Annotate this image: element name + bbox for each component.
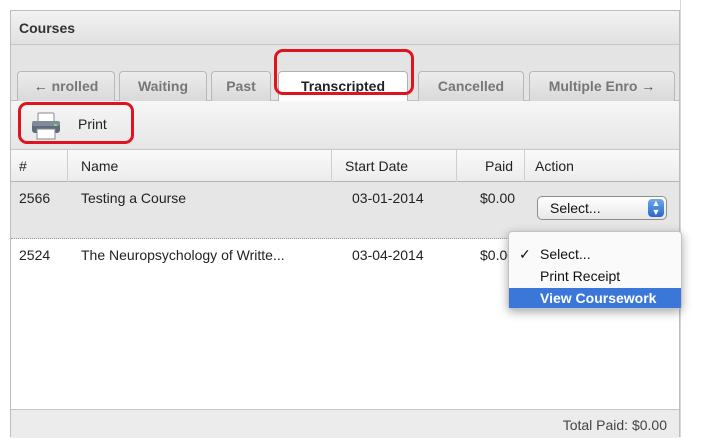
column-separator — [524, 150, 525, 182]
courses-panel: Courses ← nrolled Waiting Past Transcrip… — [10, 10, 680, 438]
print-label: Print — [78, 116, 107, 132]
column-header-id: # — [19, 158, 27, 174]
tab-label: Cancelled — [437, 78, 505, 94]
cell-start-date: 03-01-2014 — [352, 190, 424, 206]
tab-multiple-enrollments[interactable]: Multiple Enro → — [529, 71, 675, 101]
printer-icon — [32, 112, 60, 140]
total-paid: Total Paid: $0.00 — [562, 417, 667, 433]
menu-item-select[interactable]: ✓ Select... — [509, 244, 681, 264]
tab-label: Multiple Enro — [548, 78, 638, 94]
column-separator — [67, 150, 68, 182]
tab-past[interactable]: Past — [211, 71, 271, 101]
print-button[interactable]: Print — [23, 109, 128, 143]
action-select-value: Select... — [550, 200, 601, 216]
menu-item-label: Print Receipt — [540, 268, 621, 284]
tab-transcripted[interactable]: Transcripted — [278, 71, 408, 102]
tab-enrolled[interactable]: ← nrolled — [17, 71, 115, 101]
panel-title: Courses — [19, 20, 76, 36]
scroll-left-arrow-icon[interactable]: ← — [34, 78, 48, 94]
table-footer: Total Paid: $0.00 — [11, 409, 679, 438]
cell-paid: $0.00 — [480, 190, 516, 206]
toolbar: Print — [11, 101, 679, 150]
column-header-name[interactable]: Name — [81, 158, 118, 174]
tab-label: nrolled — [51, 78, 99, 94]
page-divider — [680, 0, 681, 437]
cell-id: 2524 — [19, 247, 51, 263]
menu-item-view-coursework[interactable]: View Coursework — [509, 288, 681, 308]
column-separator — [456, 150, 457, 182]
tab-label: Past — [226, 78, 256, 94]
select-stepper-icon: ▲ ▼ — [648, 199, 664, 217]
tab-label: Transcripted — [300, 78, 386, 94]
tab-bar: ← nrolled Waiting Past Transcripted Canc… — [11, 45, 679, 102]
cell-name: The Neuropsychology of Writte... — [81, 247, 285, 263]
menu-item-label: Select... — [540, 246, 591, 262]
menu-item-print-receipt[interactable]: Print Receipt — [509, 266, 681, 286]
scroll-right-arrow-icon[interactable]: → — [641, 78, 655, 94]
checkmark-icon: ✓ — [519, 246, 531, 262]
column-header-paid[interactable]: Paid — [485, 158, 513, 174]
column-header-action: Action — [535, 158, 574, 174]
tab-label: Waiting — [137, 78, 189, 94]
cell-name: Testing a Course — [81, 190, 187, 206]
tab-cancelled[interactable]: Cancelled — [418, 71, 524, 101]
column-header-start-date[interactable]: Start Date — [345, 158, 408, 174]
menu-item-label: View Coursework — [540, 290, 657, 306]
panel-header: Courses — [11, 11, 679, 45]
cell-id: 2566 — [19, 190, 51, 206]
table-header: # Name Start Date Paid Action — [11, 150, 679, 182]
action-dropdown-menu[interactable]: ✓ Select... Print Receipt View Coursewor… — [508, 231, 682, 309]
cell-start-date: 03-04-2014 — [352, 247, 424, 263]
tab-waiting[interactable]: Waiting — [119, 71, 207, 101]
column-separator — [331, 150, 332, 182]
action-select[interactable]: Select... ▲ ▼ — [537, 196, 667, 220]
